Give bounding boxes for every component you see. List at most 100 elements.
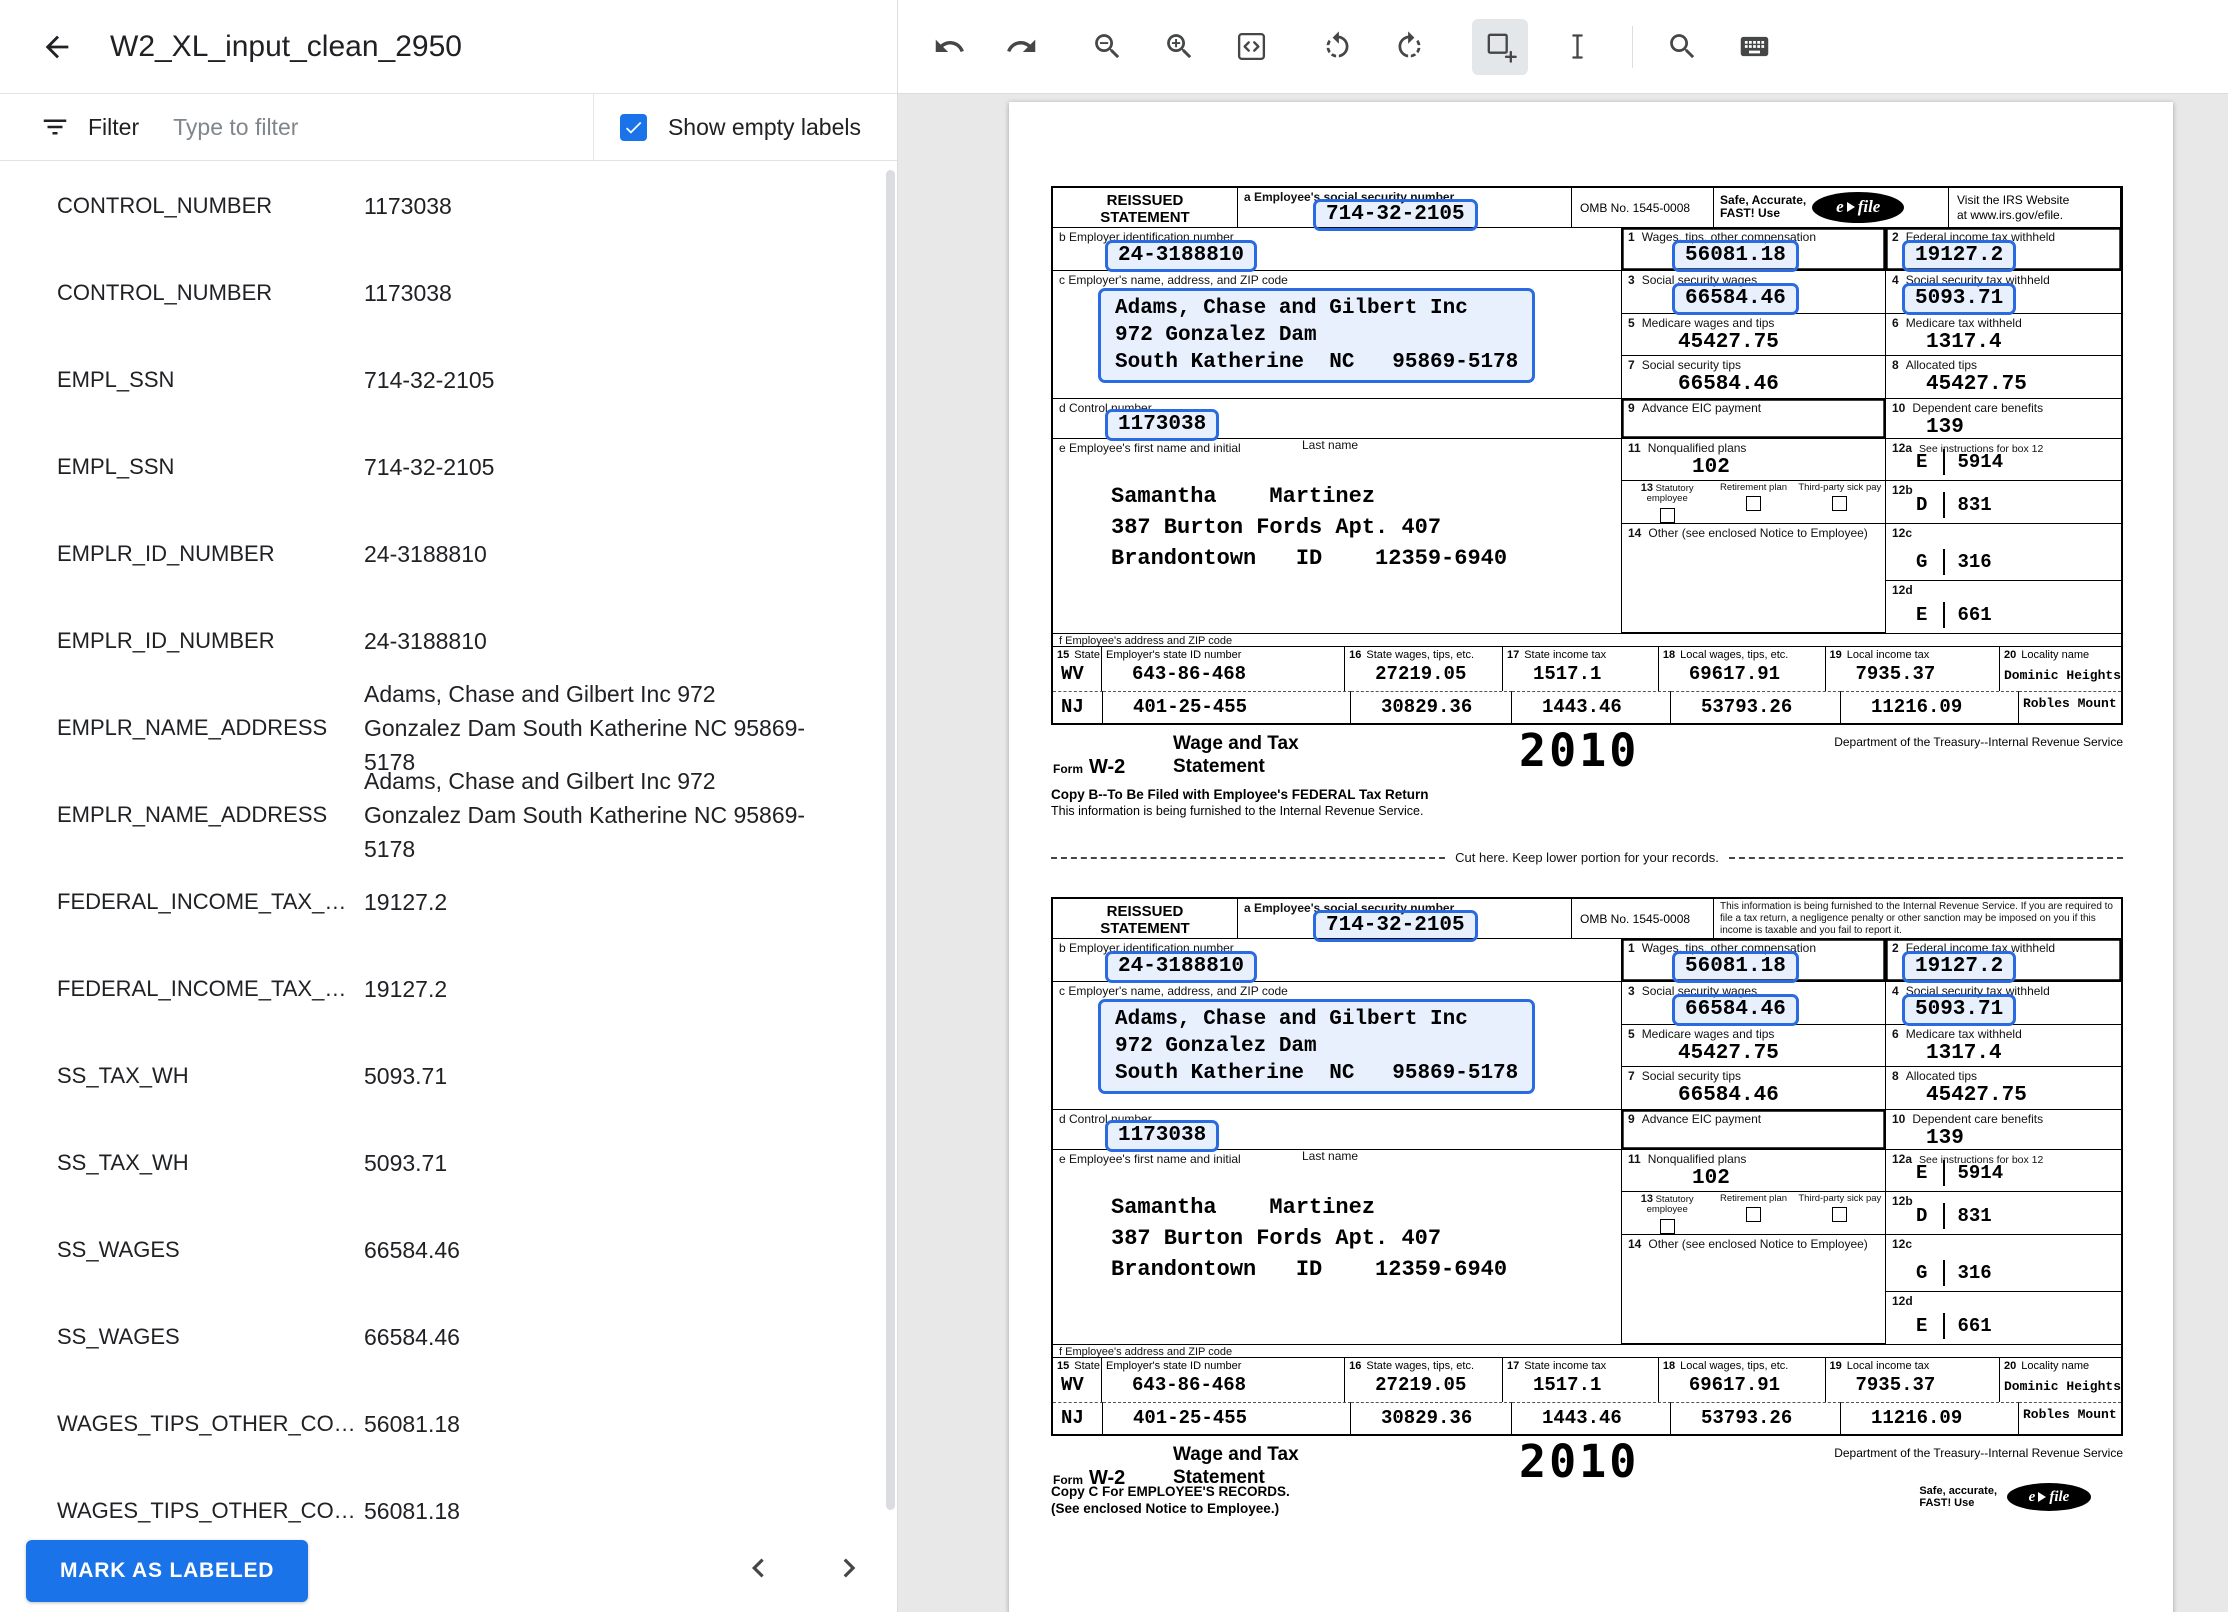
- label-value: 19127.2: [364, 888, 448, 915]
- w2-box-4: 4 Social security tax withheld 5093.71: [1886, 982, 2121, 1026]
- w2-box-12b: 12b D 831: [1886, 481, 2121, 524]
- box4-annotation[interactable]: 5093.71: [1902, 993, 2017, 1026]
- list-item[interactable]: EMPLR_ID_NUMBER 24-3188810: [0, 510, 885, 597]
- zoom-in-icon: [1166, 34, 1191, 59]
- rotate-right-button[interactable]: [1386, 24, 1432, 70]
- label-name: CONTROL_NUMBER: [57, 279, 273, 305]
- label-name: EMPLR_ID_NUMBER: [57, 540, 275, 566]
- label-name: WAGES_TIPS_OTHER_CO…: [57, 1497, 356, 1523]
- scrollbar-thumb[interactable]: [886, 170, 895, 1510]
- w2-box-12b: 12b D 831: [1886, 1192, 2121, 1235]
- rotate-left-button[interactable]: [1314, 24, 1360, 70]
- copy-b-note: Copy B--To Be Filed with Employee's FEDE…: [1051, 787, 1429, 818]
- third-party-sick-pay-checkbox[interactable]: [1832, 496, 1848, 512]
- box4-annotation[interactable]: 5093.71: [1902, 282, 2017, 315]
- wage-tax-statement-title: Wage and Tax Statement: [1173, 1444, 1299, 1488]
- w2-box-f: f Employee's address and ZIP code: [1053, 1343, 2121, 1359]
- w2-box-12a: 12a See instructions for box 12 E 5914: [1886, 439, 2121, 481]
- control-number-annotation[interactable]: 1173038: [1105, 408, 1220, 441]
- code-view-button[interactable]: [1228, 24, 1274, 70]
- keyboard-button[interactable]: [1731, 24, 1777, 70]
- employer-address-annotation[interactable]: Adams, Chase and Gilbert Inc 972 Gonzale…: [1098, 287, 1536, 383]
- wage-tax-statement-title: Wage and Tax Statement: [1173, 733, 1299, 777]
- w2-box-4: 4 Social security tax withheld 5093.71: [1886, 271, 2121, 315]
- employer-address-annotation[interactable]: Adams, Chase and Gilbert Inc 972 Gonzale…: [1098, 998, 1536, 1094]
- filter-input[interactable]: [173, 113, 474, 141]
- box1-annotation[interactable]: 56081.18: [1672, 239, 1799, 272]
- safe-accurate-cell: Safe, Accurate, FAST! Use e file: [1714, 188, 1949, 228]
- efile-logo: e file: [1812, 191, 1905, 223]
- label-name: FEDERAL_INCOME_TAX_…: [57, 888, 347, 914]
- list-item[interactable]: EMPL_SSN 714-32-2105: [0, 423, 885, 510]
- label-value: 56081.18: [364, 1410, 460, 1437]
- show-empty-labels-checkbox[interactable]: [619, 113, 647, 141]
- list-item[interactable]: EMPLR_NAME_ADDRESS Adams, Chase and Gilb…: [0, 768, 885, 862]
- list-item[interactable]: FEDERAL_INCOME_TAX_… 19127.2: [0, 858, 885, 945]
- list-item[interactable]: WAGES_TIPS_OTHER_CO… 56081.18: [0, 1380, 885, 1467]
- ssn-annotation[interactable]: 714-32-2105: [1313, 910, 1478, 942]
- list-item[interactable]: EMPLR_ID_NUMBER 24-3188810: [0, 597, 885, 684]
- ein-annotation[interactable]: 24-3188810: [1105, 239, 1258, 272]
- reissued-statement: REISSUED STATEMENT: [1053, 899, 1238, 939]
- list-item[interactable]: CONTROL_NUMBER 1173038: [0, 249, 885, 336]
- control-number-annotation[interactable]: 1173038: [1105, 1119, 1220, 1152]
- show-empty-labels-toggle[interactable]: Show empty labels: [592, 94, 897, 160]
- list-item[interactable]: EMPL_SSN 714-32-2105: [0, 336, 885, 423]
- retirement-plan-checkbox[interactable]: [1745, 496, 1761, 512]
- label-name: EMPLR_ID_NUMBER: [57, 627, 275, 653]
- document-canvas[interactable]: REISSUED STATEMENT a Employee's social s…: [898, 94, 2228, 1612]
- redo-button[interactable]: [998, 24, 1044, 70]
- w2-box-1: 1 Wages, tips, other compensation 56081.1…: [1622, 227, 1886, 272]
- mark-as-labeled-button[interactable]: MARK AS LABELED: [26, 1540, 309, 1602]
- search-button[interactable]: [1659, 24, 1705, 70]
- reissued-statement: REISSUED STATEMENT: [1053, 188, 1238, 228]
- box2-annotation[interactable]: 19127.2: [1902, 950, 2017, 983]
- previous-page-button[interactable]: [739, 1549, 777, 1590]
- zoom-in-button[interactable]: [1156, 24, 1202, 70]
- ssn-annotation[interactable]: 714-32-2105: [1313, 199, 1478, 231]
- list-item[interactable]: CONTROL_NUMBER 1173038: [0, 162, 885, 249]
- w2-box-6: 6 Medicare tax withheld 1317.4: [1886, 314, 2121, 356]
- list-item[interactable]: SS_WAGES 66584.46: [0, 1293, 885, 1380]
- list-item[interactable]: FEDERAL_INCOME_TAX_… 19127.2: [0, 945, 885, 1032]
- add-bounding-box-icon: [1487, 33, 1517, 63]
- w2-box-14: 14 Other (see enclosed Notice to Employee…: [1622, 523, 1886, 633]
- w2-box-2: 2 Federal income tax withheld 19127.2: [1886, 939, 2121, 983]
- search-icon: [1669, 34, 1694, 59]
- box3-annotation[interactable]: 66584.46: [1672, 993, 1799, 1026]
- back-button[interactable]: [40, 30, 74, 64]
- statutory-employee-checkbox[interactable]: [1659, 507, 1675, 523]
- treasury-department-label: Department of the Treasury--Internal Rev…: [1834, 735, 2123, 749]
- w2-form: REISSUED STATEMENT a Employee's social s…: [1051, 897, 2123, 1436]
- label-value: 24-3188810: [364, 627, 487, 654]
- list-item[interactable]: SS_WAGES 66584.46: [0, 1206, 885, 1293]
- check-icon: [625, 121, 642, 134]
- box3-annotation[interactable]: 66584.46: [1672, 282, 1799, 315]
- next-page-button[interactable]: [830, 1549, 868, 1590]
- label-name: SS_TAX_WH: [57, 1062, 189, 1088]
- document-page: REISSUED STATEMENT a Employee's social s…: [1009, 102, 2173, 1612]
- retirement-plan-checkbox[interactable]: [1745, 1207, 1761, 1223]
- employee-name-address: Samantha Martinez 387 Burton Fords Apt. …: [1111, 1194, 1508, 1282]
- list-item[interactable]: SS_TAX_WH 5093.71: [0, 1032, 885, 1119]
- box2-annotation[interactable]: 19127.2: [1902, 239, 2017, 272]
- list-item[interactable]: EMPLR_NAME_ADDRESS Adams, Chase and Gilb…: [0, 681, 885, 775]
- statutory-employee-checkbox[interactable]: [1659, 1218, 1675, 1234]
- third-party-sick-pay-checkbox[interactable]: [1832, 1207, 1848, 1223]
- label-value: 714-32-2105: [364, 366, 495, 393]
- add-bounding-box-button[interactable]: [1472, 18, 1528, 75]
- label-value: 5093.71: [364, 1062, 448, 1089]
- ein-annotation[interactable]: 24-3188810: [1105, 950, 1258, 983]
- w2-footer: Form W-2 Wage and Tax Statement 2010 Depa…: [1051, 1435, 2123, 1517]
- w2-form: REISSUED STATEMENT a Employee's social s…: [1051, 186, 2123, 725]
- undo-button[interactable]: [926, 24, 972, 70]
- list-item[interactable]: SS_TAX_WH 5093.71: [0, 1119, 885, 1206]
- text-select-button[interactable]: [1554, 24, 1600, 70]
- treasury-department-label: Department of the Treasury--Internal Rev…: [1834, 1446, 2123, 1460]
- box1-annotation[interactable]: 56081.18: [1672, 950, 1799, 983]
- zoom-out-button[interactable]: [1084, 24, 1130, 70]
- w2-box-12c: 12c G 316: [1886, 524, 2121, 581]
- tax-year: 2010: [1519, 1435, 1640, 1488]
- label-name: EMPL_SSN: [57, 453, 175, 479]
- label-name: EMPLR_NAME_ADDRESS: [57, 714, 328, 740]
